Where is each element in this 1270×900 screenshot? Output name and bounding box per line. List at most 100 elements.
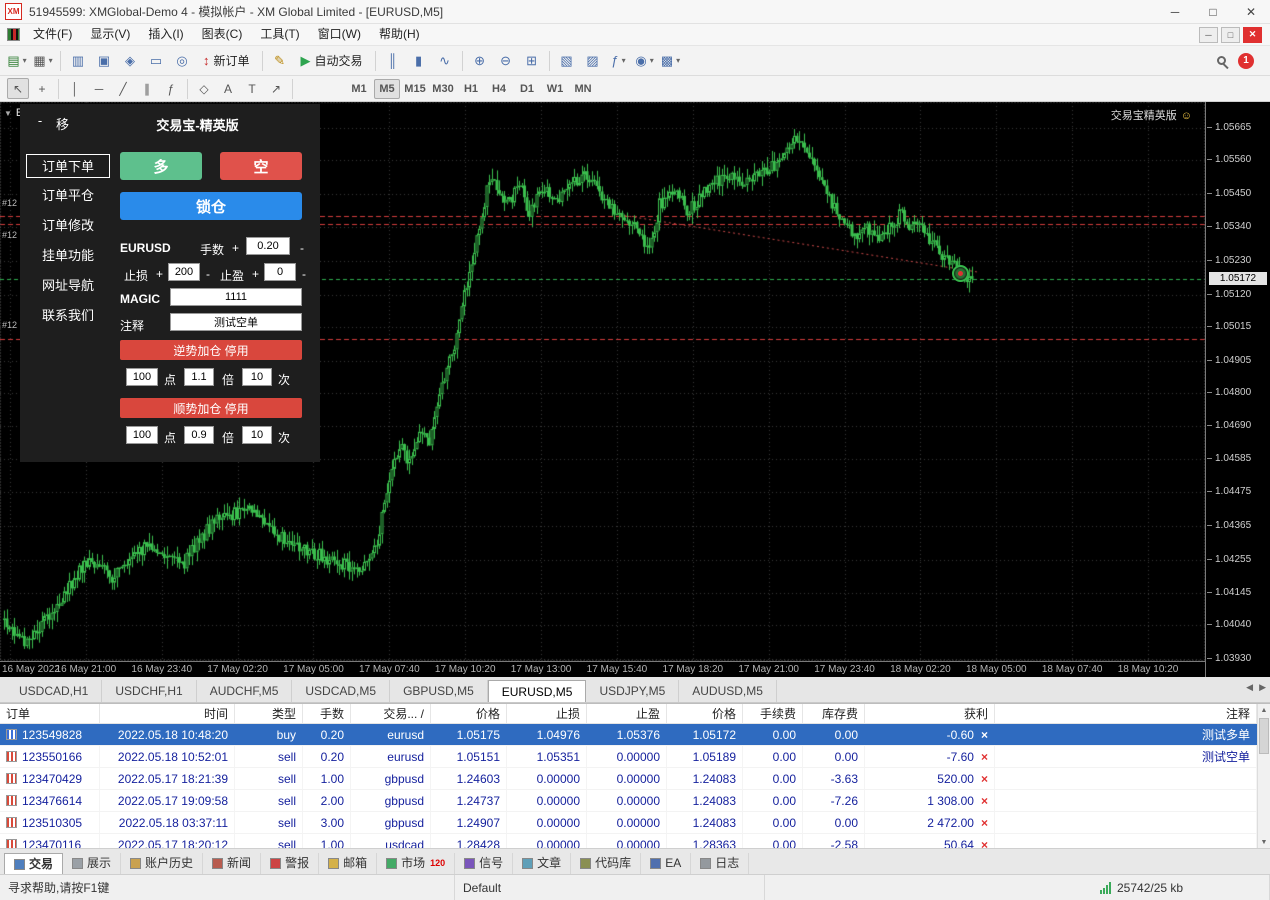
stoploss-increase-button[interactable]: + [156,267,163,281]
menu-file[interactable]: 文件(F) [24,24,81,45]
lots-decrease-button[interactable]: - [300,241,304,255]
counter-trend-add-button[interactable]: 逆势加仓 停用 [120,340,302,360]
candlestick-chart-button[interactable]: ▮ [407,49,431,73]
panel-menu-item-2[interactable]: 订单修改 [26,214,110,238]
counter-points-input[interactable] [126,368,158,386]
zoom-out-button[interactable]: ⊖ [494,49,518,73]
trend-add-button[interactable]: 顺势加仓 停用 [120,398,302,418]
market-watch-button[interactable]: ▥ [66,49,90,73]
chart-corner-arrow-icon[interactable]: ▼ [4,109,12,118]
timeframe-h1[interactable]: H1 [458,79,484,99]
timeframe-m15[interactable]: M15 [402,79,428,99]
bottom-tab-journal[interactable]: 日志 [691,853,749,874]
order-row[interactable]: 1235498282022.05.18 10:48:20buy0.20eurus… [0,724,1270,746]
chart-tab-usdchf-h1[interactable]: USDCHF,H1 [102,680,196,702]
close-order-button[interactable]: × [981,728,988,742]
time-axis[interactable]: 16 May 202216 May 21:0016 May 23:4017 Ma… [0,661,1205,677]
trend-points-input[interactable] [126,426,158,444]
comment-input[interactable] [170,313,302,331]
text-tool[interactable]: A [217,78,239,99]
bottom-tab-trade[interactable]: 交易 [4,853,63,874]
status-profile[interactable]: Default [455,875,765,900]
column-header-price2[interactable]: 价格 [667,704,743,723]
column-header-time[interactable]: 时间 [100,704,235,723]
column-header-profit[interactable]: 获利 [865,704,995,723]
terminal-button[interactable]: ▭ [144,49,168,73]
timeframe-h4[interactable]: H4 [486,79,512,99]
stoploss-decrease-button[interactable]: - [206,267,210,281]
auto-arrange-button[interactable]: ▧ [555,49,579,73]
timeframe-m30[interactable]: M30 [430,79,456,99]
chart-tab-gbpusd-m5[interactable]: GBPUSD,M5 [390,680,488,702]
takeprofit-decrease-button[interactable]: - [302,267,306,281]
close-button[interactable]: ✕ [1232,0,1270,23]
magic-input[interactable] [170,288,302,306]
panel-menu-item-1[interactable]: 订单平仓 [26,184,110,208]
menu-help[interactable]: 帮助(H) [370,24,429,45]
timeframe-w1[interactable]: W1 [542,79,568,99]
autotrading-button[interactable]: ▶自动交易 [294,49,370,73]
chart-minimize-button[interactable]: ─ [1199,27,1218,43]
navigator-button[interactable]: ◈ [118,49,142,73]
bottom-tab-news[interactable]: 新闻 [203,853,261,874]
bottom-tab-account-history[interactable]: 账户历史 [121,853,203,874]
chart-tab-usdcad-h1[interactable]: USDCAD,H1 [6,680,102,702]
takeprofit-increase-button[interactable]: + [252,267,259,281]
terminal-scrollbar[interactable]: ▲ ▼ [1257,704,1270,848]
column-header-swap[interactable]: 库存费 [803,704,865,723]
sell-button[interactable]: 空 [220,152,302,180]
ea-cursor-icon[interactable] [952,265,969,282]
scrollbar-thumb[interactable] [1259,718,1269,754]
close-order-button[interactable]: × [981,750,988,764]
trendline-tool[interactable]: ╱ [112,78,134,99]
order-row[interactable]: 1235103052022.05.18 03:37:11sell3.00gbpu… [0,812,1270,834]
menu-insert[interactable]: 插入(I) [139,24,192,45]
chart-tab-eurusd-m5[interactable]: EURUSD,M5 [488,680,587,702]
timeframe-m1[interactable]: M1 [346,79,372,99]
search-icon[interactable] [1217,56,1226,65]
order-row[interactable]: 1234701162022.05.17 18:20:12sell1.00usdc… [0,834,1270,848]
order-row[interactable]: 1234704292022.05.17 18:21:39sell1.00gbpu… [0,768,1270,790]
column-header-lots[interactable]: 手数 [303,704,351,723]
close-order-button[interactable]: × [981,816,988,830]
bottom-tab-exposure[interactable]: 展示 [63,853,121,874]
strategy-tester-button[interactable]: ◎ [170,49,194,73]
new-chart-button[interactable]: ▤▾ [5,49,29,73]
panel-menu-item-0[interactable]: 订单下单 [26,154,110,178]
metaeditor-button[interactable]: ✎ [268,49,292,73]
label-tool[interactable]: T [241,78,263,99]
price-axis[interactable]: 1.05172 1.056651.055601.054501.053401.05… [1205,102,1270,677]
bottom-tab-signals[interactable]: 信号 [455,853,513,874]
menu-charts[interactable]: 图表(C) [193,24,252,45]
order-row[interactable]: 1234766142022.05.17 19:09:58sell2.00gbpu… [0,790,1270,812]
line-chart-button[interactable]: ∿ [433,49,457,73]
bottom-tab-articles[interactable]: 文章 [513,853,571,874]
fibonacci-tool[interactable]: ƒ [160,78,182,99]
counter-mult-input[interactable] [184,368,214,386]
column-header-price[interactable]: 价格 [431,704,507,723]
bottom-tab-code-base[interactable]: 代码库 [571,853,641,874]
bottom-tab-experts[interactable]: EA [641,853,691,874]
lots-increase-button[interactable]: + [232,241,239,255]
zoom-in-button[interactable]: ⊕ [468,49,492,73]
chart-tab-usdjpy-m5[interactable]: USDJPY,M5 [586,680,679,702]
lock-button[interactable]: 锁仓 [120,192,302,220]
channel-tool[interactable]: ∥ [136,78,158,99]
panel-move-button[interactable]: 移 [56,114,69,133]
chart-tab-usdcad-m5[interactable]: USDCAD,M5 [292,680,390,702]
menu-window[interactable]: 窗口(W) [309,24,370,45]
lots-input[interactable] [246,237,290,255]
chart-window-icon[interactable] [7,28,20,41]
chart-tab-audusd-m5[interactable]: AUDUSD,M5 [679,680,777,702]
column-header-type[interactable]: 类型 [235,704,303,723]
timeframe-mn[interactable]: MN [570,79,596,99]
scroll-up-icon[interactable]: ▲ [1258,704,1270,717]
counter-times-input[interactable] [242,368,272,386]
panel-minimize-button[interactable]: - [32,114,48,130]
tabs-scroll-left-icon[interactable]: ◀ [1246,682,1253,693]
arrows-tool[interactable]: ↗ [265,78,287,99]
buy-button[interactable]: 多 [120,152,202,180]
takeprofit-input[interactable] [264,263,296,281]
ea-smiley-icon[interactable]: ☺ [1181,110,1192,122]
panel-menu-item-5[interactable]: 联系我们 [26,304,110,328]
